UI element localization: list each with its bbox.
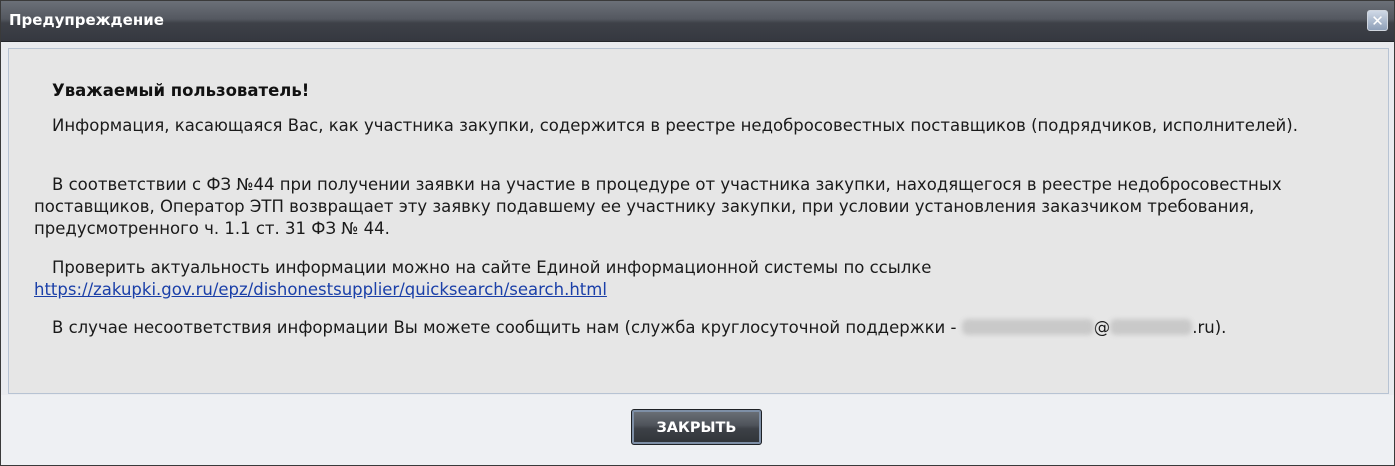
registry-search-link[interactable]: https://zakupki.gov.ru/epz/dishonestsupp… [34,280,607,299]
paragraph-1-text: Информация, касающаяся Вас, как участник… [52,116,1298,135]
paragraph-4-suffix: .ru). [1192,318,1227,337]
dialog-titlebar[interactable]: Предупреждение ✕ [1,1,1394,42]
message-paragraph-registry: Информация, касающаяся Вас, как участник… [34,115,1354,137]
message-heading: Уважаемый пользователь! [52,81,310,100]
paragraph-4-at: @ [1093,318,1111,337]
dialog-footer: ЗАКРЫТЬ [1,395,1394,465]
message-paragraph-check: Проверить актуальность информации можно … [34,257,1354,301]
warning-dialog: Предупреждение ✕ Уважаемый пользователь!… [0,0,1395,466]
paragraph-3-text: Проверить актуальность информации можно … [52,258,932,277]
paragraph-2-text: В соответствии с ФЗ №44 при получении за… [34,175,1282,238]
dialog-title: Предупреждение [9,11,164,29]
close-icon[interactable]: ✕ [1367,10,1388,31]
message-paragraph-support: В случае несоответствия информации Вы мо… [34,317,1354,339]
message-panel: Уважаемый пользователь! Информация, каса… [8,48,1389,394]
redacted-email-domain [1110,319,1193,335]
paragraph-4-prefix: В случае несоответствия информации Вы мо… [52,318,957,337]
message-paragraph-law: В соответствии с ФЗ №44 при получении за… [34,174,1354,240]
redacted-email-user [961,319,1094,335]
close-button[interactable]: ЗАКРЫТЬ [631,409,762,445]
